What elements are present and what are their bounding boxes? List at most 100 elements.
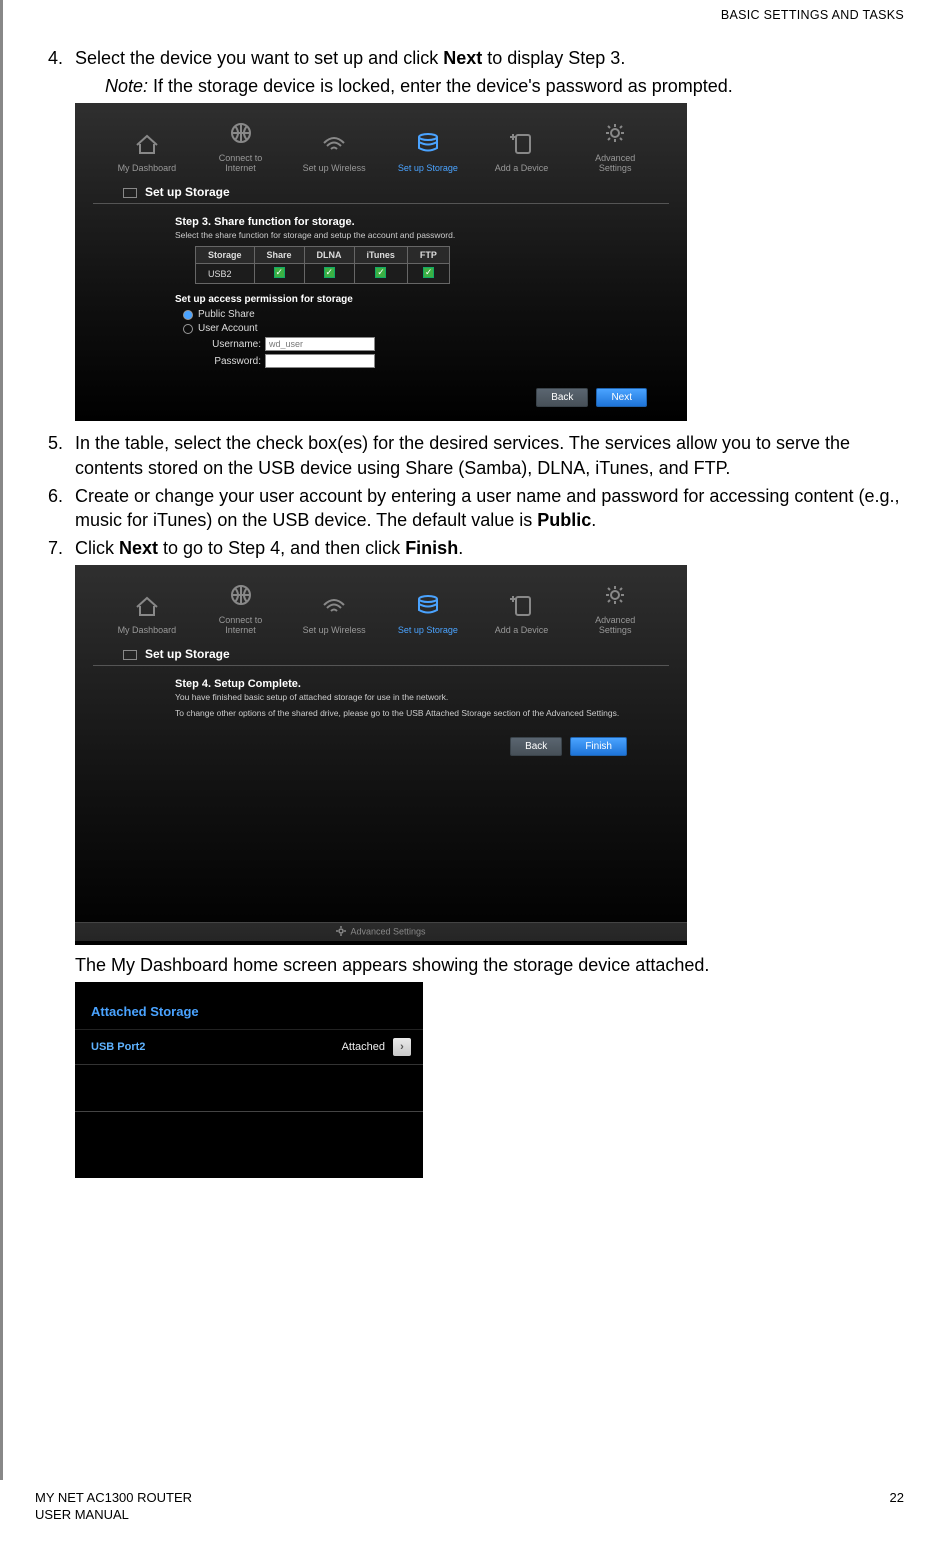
nav-label: My Dashboard bbox=[118, 163, 177, 173]
nav-my-dashboard[interactable]: My Dashboard bbox=[115, 589, 179, 635]
storage-icon bbox=[396, 589, 460, 621]
table-row: USB2 bbox=[196, 264, 450, 284]
step-6-bold: Public bbox=[537, 510, 591, 530]
nav-label: Set up Storage bbox=[398, 625, 458, 635]
nav-label: Advanced Settings bbox=[595, 153, 635, 173]
permission-title: Set up access permission for storage bbox=[175, 294, 687, 305]
cell-ftp[interactable] bbox=[407, 264, 449, 284]
username-label: Username: bbox=[199, 339, 261, 350]
step3-title: Step 3. Share function for storage. bbox=[175, 204, 687, 230]
step-4-number: 4. bbox=[35, 46, 75, 70]
back-button[interactable]: Back bbox=[510, 737, 562, 756]
gear-icon bbox=[583, 117, 647, 149]
password-input[interactable] bbox=[265, 354, 375, 368]
step-7-text-a: Click bbox=[75, 538, 119, 558]
divider bbox=[75, 1111, 423, 1112]
storage-mini-icon bbox=[123, 650, 137, 660]
nav-set-up-wireless[interactable]: Set up Wireless bbox=[302, 127, 366, 173]
screenshot-step3: My Dashboard Connect to Internet Set up … bbox=[75, 103, 687, 421]
step4-sub2: To change other options of the shared dr… bbox=[175, 708, 687, 724]
permission-section: Set up access permission for storage Pub… bbox=[175, 294, 687, 368]
advanced-settings-footer[interactable]: Advanced Settings bbox=[75, 922, 687, 941]
checkbox-icon bbox=[324, 267, 335, 278]
storage-icon bbox=[396, 127, 460, 159]
nav-advanced-settings[interactable]: Advanced Settings bbox=[583, 579, 647, 635]
page-header-section: BASIC SETTINGS AND TASKS bbox=[35, 0, 904, 46]
step-6-text-a: Create or change your user account by en… bbox=[75, 486, 899, 530]
globe-icon bbox=[209, 579, 273, 611]
section-title-text: Set up Storage bbox=[145, 647, 230, 661]
screenshot-attached-storage: Attached Storage USB Port2 Attached › bbox=[75, 982, 423, 1178]
usb-port-status: Attached › bbox=[342, 1038, 411, 1056]
th-dlna: DLNA bbox=[304, 247, 354, 264]
gear-icon bbox=[583, 579, 647, 611]
nav-set-up-storage[interactable]: Set up Storage bbox=[396, 589, 460, 635]
nav-my-dashboard[interactable]: My Dashboard bbox=[115, 127, 179, 173]
th-share: Share bbox=[254, 247, 304, 264]
step-6-text-b: . bbox=[591, 510, 596, 530]
cell-share[interactable] bbox=[254, 264, 304, 284]
th-itunes: iTunes bbox=[354, 247, 407, 264]
step-5-text: In the table, select the check box(es) f… bbox=[75, 431, 904, 480]
cell-storage: USB2 bbox=[196, 264, 255, 284]
section-title: Set up Storage bbox=[93, 177, 669, 204]
step-6-number: 6. bbox=[35, 484, 75, 533]
nav-connect-internet[interactable]: Connect to Internet bbox=[209, 579, 273, 635]
step-4-text-a: Select the device you want to set up and… bbox=[75, 48, 443, 68]
password-label: Password: bbox=[199, 356, 261, 367]
note-label: Note: bbox=[105, 76, 148, 96]
step-7-bold-2: Finish bbox=[405, 538, 458, 558]
nav-add-device[interactable]: Add a Device bbox=[490, 589, 554, 635]
step4-title: Step 4. Setup Complete. bbox=[175, 666, 687, 692]
next-button[interactable]: Next bbox=[596, 388, 647, 407]
wifi-icon bbox=[302, 127, 366, 159]
password-row: Password: bbox=[199, 354, 687, 368]
home-icon bbox=[115, 127, 179, 159]
step-4-text-b: to display Step 3. bbox=[482, 48, 625, 68]
radio-user-account[interactable]: User Account bbox=[183, 323, 687, 334]
footer-product: MY NET AC1300 ROUTER bbox=[35, 1490, 192, 1507]
username-row: Username: bbox=[199, 337, 687, 351]
nav-add-device[interactable]: Add a Device bbox=[490, 127, 554, 173]
step-7-number: 7. bbox=[35, 536, 75, 560]
step-7: 7. Click Next to go to Step 4, and then … bbox=[35, 536, 904, 560]
nav-label: My Dashboard bbox=[118, 625, 177, 635]
attached-storage-title: Attached Storage bbox=[75, 982, 423, 1029]
cell-dlna[interactable] bbox=[304, 264, 354, 284]
nav-label: Set up Storage bbox=[398, 163, 458, 173]
step-7-bold-1: Next bbox=[119, 538, 158, 558]
step-4: 4. Select the device you want to set up … bbox=[35, 46, 904, 70]
radio-icon bbox=[183, 310, 193, 320]
usb-port-row[interactable]: USB Port2 Attached › bbox=[75, 1029, 423, 1065]
th-ftp: FTP bbox=[407, 247, 449, 264]
cell-itunes[interactable] bbox=[354, 264, 407, 284]
step-7-text-mid: to go to Step 4, and then click bbox=[158, 538, 405, 558]
nav-connect-internet[interactable]: Connect to Internet bbox=[209, 117, 273, 173]
back-button[interactable]: Back bbox=[536, 388, 588, 407]
finish-button[interactable]: Finish bbox=[570, 737, 627, 756]
nav-set-up-storage[interactable]: Set up Storage bbox=[396, 127, 460, 173]
nav-bar: My Dashboard Connect to Internet Set up … bbox=[75, 103, 687, 177]
checkbox-icon bbox=[375, 267, 386, 278]
footer-doc-type: USER MANUAL bbox=[35, 1507, 192, 1524]
nav-label: Connect to Internet bbox=[219, 153, 263, 173]
screenshot3-caption: The My Dashboard home screen appears sho… bbox=[75, 955, 904, 976]
nav-set-up-wireless[interactable]: Set up Wireless bbox=[302, 589, 366, 635]
nav-label: Set up Wireless bbox=[303, 163, 366, 173]
nav-label: Set up Wireless bbox=[303, 625, 366, 635]
note-text: If the storage device is locked, enter t… bbox=[148, 76, 733, 96]
add-device-icon bbox=[490, 589, 554, 621]
home-icon bbox=[115, 589, 179, 621]
screenshot-step4: My Dashboard Connect to Internet Set up … bbox=[75, 565, 687, 945]
status-text: Attached bbox=[342, 1041, 385, 1053]
services-table: Storage Share DLNA iTunes FTP USB2 bbox=[195, 246, 450, 284]
step3-subtitle: Select the share function for storage an… bbox=[175, 230, 687, 246]
step-5-number: 5. bbox=[35, 431, 75, 480]
adv-footer-label: Advanced Settings bbox=[350, 926, 425, 936]
nav-advanced-settings[interactable]: Advanced Settings bbox=[583, 117, 647, 173]
username-input[interactable] bbox=[265, 337, 375, 351]
section-title-text: Set up Storage bbox=[145, 185, 230, 199]
gear-icon bbox=[336, 926, 346, 938]
radio-label: Public Share bbox=[198, 309, 255, 320]
radio-public-share[interactable]: Public Share bbox=[183, 309, 687, 320]
